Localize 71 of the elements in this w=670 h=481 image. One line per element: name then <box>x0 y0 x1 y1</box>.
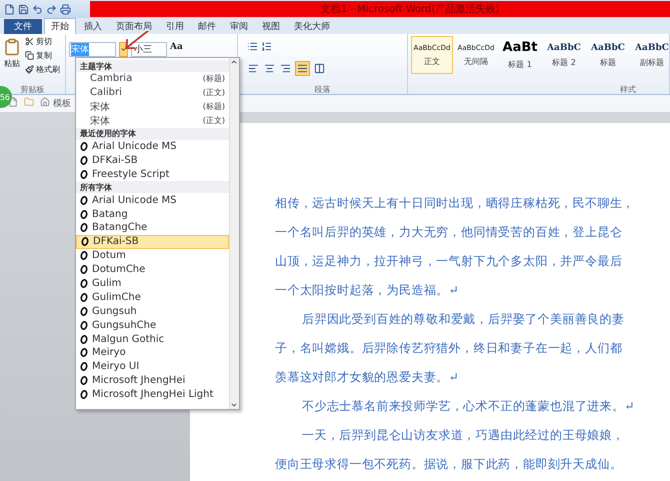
ribbon-tab[interactable]: 页面布局 <box>110 19 158 34</box>
cut-button[interactable]: 剪切 <box>25 36 60 47</box>
font-menu-item[interactable]: Malgun Gothic <box>76 332 229 346</box>
font-menu-item[interactable]: Cambria (标题) <box>76 72 229 86</box>
style-gallery-item[interactable]: AaBbC 标题 <box>587 36 629 74</box>
style-gallery-item[interactable]: AaBbC 副标题 <box>631 36 670 74</box>
body-paragraph: 后羿因此受到百姓的尊敬和爱戴，后羿娶了个美丽善良的妻 子，名叫嫦娥。后羿除传艺狩猎外，终日和妻子在一起，人们都 羡慕这对郎才女貌的恩爱夫妻。↵ <box>275 311 626 386</box>
undo-icon[interactable] <box>32 4 43 14</box>
caret-icon <box>120 46 127 53</box>
font-menu-item[interactable]: Meiryo UI <box>76 360 229 374</box>
scroll-up-icon[interactable] <box>230 58 238 66</box>
font-menu-item[interactable]: Gungsuh <box>76 304 229 318</box>
window-title: 文档1 - Microsoft Word(产品激活失败) <box>320 2 500 16</box>
paste-button[interactable]: 粘贴 <box>3 36 21 84</box>
save-icon[interactable] <box>18 4 29 14</box>
scrollbar[interactable] <box>229 58 239 409</box>
font-menu-item[interactable]: DotumChe <box>76 262 229 277</box>
align-button[interactable] <box>247 62 260 75</box>
font-menu-item[interactable]: Arial Unicode MS <box>76 140 229 154</box>
font-menu-item[interactable]: DFKai-SB <box>76 153 229 168</box>
ribbon-tab[interactable]: 文件 <box>4 19 42 34</box>
align-button[interactable] <box>313 62 326 75</box>
font-size-field[interactable]: 小三 <box>131 42 167 57</box>
copy-button[interactable]: 复制 <box>25 50 60 61</box>
body-paragraph: 不少志士慕名前来投师学艺，心术不正的蓬蒙也混了进来。↵ <box>301 398 636 415</box>
font-menu-item[interactable]: DFKai-SB <box>76 234 229 249</box>
font-menu-item[interactable]: Microsoft JhengHei Light <box>76 388 229 402</box>
font-menu-item[interactable]: Freestyle Script <box>76 167 229 182</box>
style-gallery-item[interactable]: AaBbC 标题 2 <box>543 36 585 74</box>
font-menu-item[interactable]: Batang <box>76 207 229 222</box>
font-dropdown-button[interactable] <box>119 42 128 57</box>
font-menu-item[interactable]: Arial Unicode MS <box>76 193 229 208</box>
align-button[interactable] <box>279 62 292 75</box>
printer-icon[interactable] <box>60 4 71 14</box>
template-label[interactable]: 模板 <box>53 97 71 110</box>
font-menu-item[interactable]: Meiryo <box>76 346 229 360</box>
menu-section-header: 最近使用的字体 <box>76 128 229 140</box>
group-label: 段落 <box>314 84 332 94</box>
scissors-icon <box>25 37 34 46</box>
font-menu-item[interactable]: Calibri (正文) <box>76 86 229 100</box>
ribbon-tab[interactable]: 开始 <box>44 18 76 34</box>
ribbon-tab[interactable]: 视图 <box>256 19 286 34</box>
group-label: 剪贴板 <box>20 84 46 94</box>
group-label: 样式 <box>619 84 637 94</box>
menu-section-header: 所有字体 <box>76 181 229 194</box>
ribbon-tab[interactable]: 引用 <box>160 19 190 34</box>
font-menu-item[interactable]: 宋体 (正文) <box>76 114 229 128</box>
copy-icon <box>25 51 34 60</box>
font-menu-item[interactable]: 宋体 (标题) <box>76 100 229 114</box>
font-menu-item[interactable]: GulimChe <box>76 290 229 304</box>
ribbon-tab[interactable]: 美化大师 <box>288 19 336 34</box>
font-menu-item[interactable]: GungsuhChe <box>76 318 229 332</box>
body-paragraph: 一天，后羿到昆仑山访友求道，巧遇由此经过的王母娘娘， 便向王母求得一包不死药。据说，服下此药，能即刻升天成仙。 <box>275 427 626 473</box>
redo-icon[interactable] <box>46 4 57 14</box>
paintbrush-icon <box>25 65 34 74</box>
font-menu-item[interactable]: BatangChe <box>76 221 229 235</box>
ribbon-tab[interactable]: 邮件 <box>192 19 222 34</box>
body-paragraph: 相传，远古时候天上有十日同时出现，晒得庄稼枯死，民不聊生， 一个名叫后羿的英雄，力大无穷，他同情受苦的百姓，登上昆仑 山顶，运足神力，拉开神弓，一气射下九个多太阳，并严令最后 一个太阳按时起落，为民造福。↵ <box>275 195 636 299</box>
font-menu-item[interactable]: Microsoft JhengHei <box>76 374 229 388</box>
align-button[interactable] <box>263 62 276 75</box>
ribbon-tab[interactable]: 审阅 <box>224 19 254 34</box>
menu-section-header: 主题字体 <box>76 60 229 72</box>
format-painter-button[interactable]: 格式刷 <box>25 64 60 75</box>
align-button[interactable] <box>295 61 310 76</box>
ribbon-tab[interactable]: 插入 <box>78 19 108 34</box>
change-case-button[interactable]: Aa <box>170 42 183 52</box>
style-gallery-item[interactable]: AaBt 标题 1 <box>499 36 541 74</box>
scroll-down-icon[interactable] <box>230 401 238 409</box>
font-menu-item[interactable]: Dotum <box>76 248 229 263</box>
font-menu-item[interactable]: Gulim <box>76 276 229 290</box>
clipboard-icon <box>3 38 21 56</box>
